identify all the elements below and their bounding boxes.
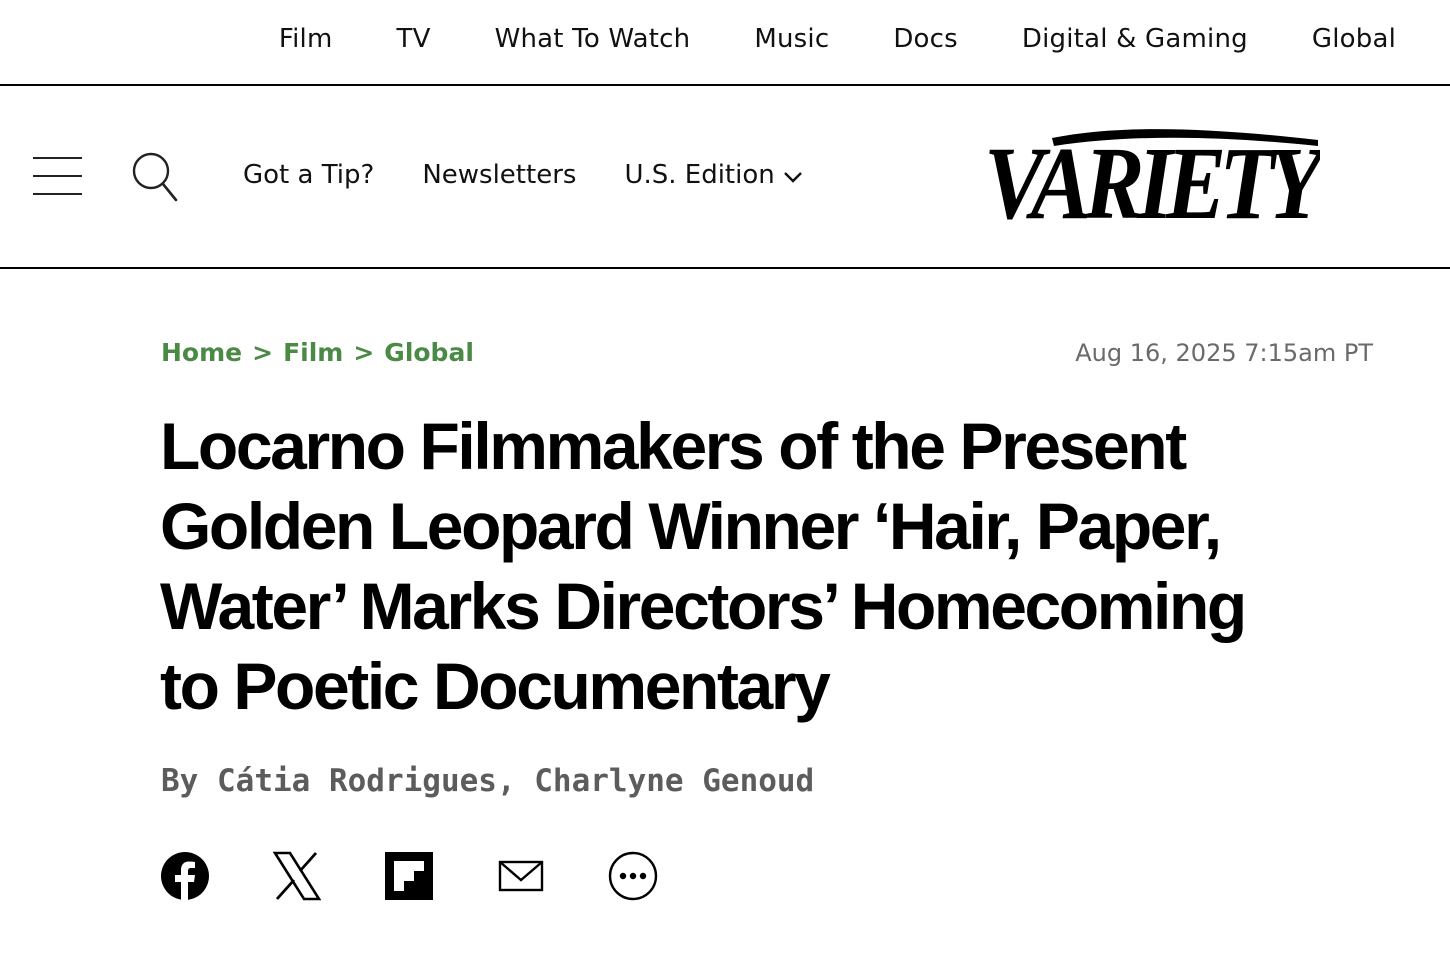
headline-line: to Poetic Documentary: [160, 649, 831, 723]
breadcrumb-film[interactable]: Film: [283, 338, 343, 367]
hamburger-menu-icon[interactable]: [33, 157, 82, 195]
site-header: Got a Tip? Newsletters U.S. Edition VARI…: [0, 86, 1450, 269]
logo-text: VARIETY: [984, 126, 1320, 226]
hamburger-line: [33, 175, 82, 177]
breadcrumb: Home > Film > Global: [161, 338, 474, 367]
nav-item-global[interactable]: Global: [1312, 24, 1396, 54]
nav-item-film[interactable]: Film: [279, 24, 333, 54]
edition-label: U.S. Edition: [624, 160, 775, 190]
top-nav-list: Film TV What To Watch Music Docs Digital…: [279, 24, 1396, 54]
hamburger-line: [33, 193, 82, 195]
search-icon[interactable]: [130, 150, 178, 204]
edition-selector[interactable]: U.S. Edition: [624, 160, 802, 190]
nav-item-what-to-watch[interactable]: What To Watch: [495, 24, 691, 54]
hamburger-line: [33, 157, 82, 159]
headline-line: Golden Leopard Winner ‘Hair, Paper,: [160, 489, 1222, 563]
email-icon[interactable]: [496, 851, 546, 901]
nav-item-music[interactable]: Music: [754, 24, 829, 54]
breadcrumb-separator: >: [353, 338, 375, 367]
nav-item-docs[interactable]: Docs: [893, 24, 958, 54]
more-icon[interactable]: [608, 851, 658, 901]
newsletters-link[interactable]: Newsletters: [422, 160, 576, 190]
flipboard-icon[interactable]: [384, 851, 434, 901]
x-icon[interactable]: [272, 851, 322, 901]
article-headline: Locarno Filmmakers of the Present Golden…: [160, 406, 1360, 726]
headline-line: Locarno Filmmakers of the Present: [160, 409, 1187, 483]
breadcrumb-separator: >: [252, 338, 274, 367]
nav-item-digital-gaming[interactable]: Digital & Gaming: [1022, 24, 1248, 54]
headline-line: Water’ Marks Directors’ Homecoming: [160, 569, 1247, 643]
facebook-icon[interactable]: [160, 851, 210, 901]
variety-logo[interactable]: VARIETY: [982, 126, 1338, 241]
top-nav: Film TV What To Watch Music Docs Digital…: [0, 0, 1450, 86]
article-byline: By Cátia Rodrigues, Charlyne Genoud: [161, 763, 815, 799]
got-a-tip-link[interactable]: Got a Tip?: [243, 160, 374, 190]
breadcrumb-global[interactable]: Global: [384, 338, 474, 367]
article-timestamp: Aug 16, 2025 7:15am PT: [1075, 339, 1373, 367]
breadcrumb-home[interactable]: Home: [161, 338, 242, 367]
nav-item-tv[interactable]: TV: [397, 24, 431, 54]
header-links: Got a Tip? Newsletters U.S. Edition: [243, 160, 803, 190]
chevron-down-icon: [783, 172, 802, 183]
